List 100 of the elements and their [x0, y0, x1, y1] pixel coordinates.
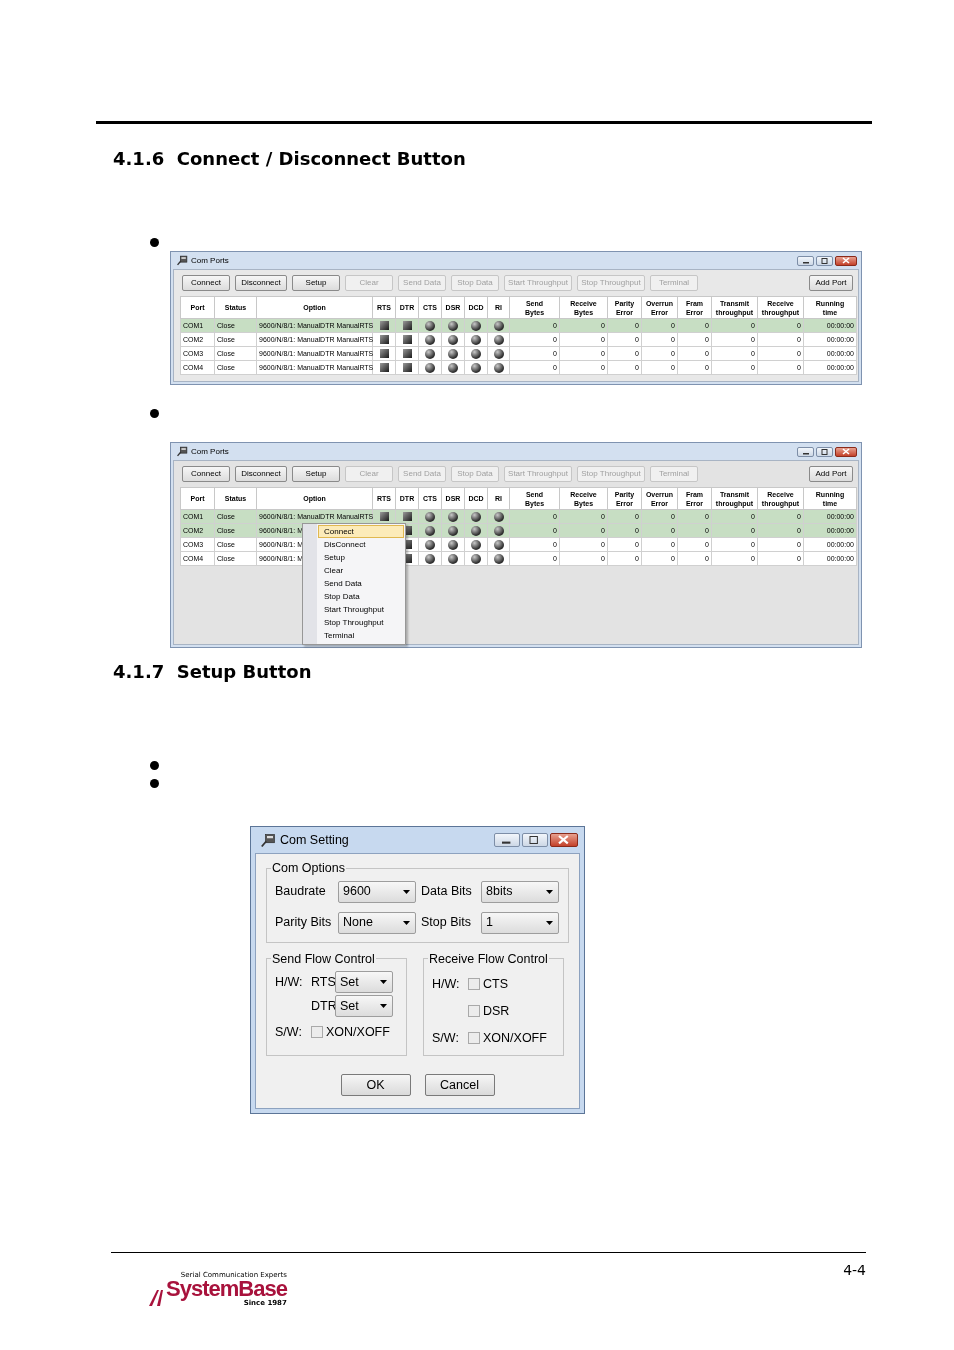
round-indicator-icon [493, 348, 504, 359]
field-label: S/W: [432, 1029, 460, 1047]
close-icon [842, 257, 850, 264]
toolbar-button[interactable]: Connect [182, 466, 230, 482]
menu-item[interactable]: Connect [318, 525, 404, 538]
toolbar-button[interactable]: Connect [182, 275, 230, 291]
maximize-icon [529, 835, 541, 845]
logo-wordmark: SystemBase [166, 1279, 287, 1300]
window-title: Com Ports [191, 445, 229, 458]
app-icon [177, 446, 188, 457]
dialog-button[interactable]: OK [340, 1074, 411, 1097]
round-indicator-icon [493, 525, 504, 536]
field-label: Data Bits [421, 883, 473, 901]
round-indicator-icon [493, 320, 504, 331]
field-label: RTS [311, 973, 335, 991]
toolbar-button[interactable]: Disconnect [235, 466, 287, 482]
app-icon [177, 255, 188, 266]
menu-item[interactable]: Terminal [318, 629, 404, 642]
round-indicator-icon [471, 348, 481, 359]
dropdown[interactable]: Set [335, 971, 393, 993]
checkbox[interactable] [468, 978, 480, 991]
checkbox[interactable] [468, 1031, 480, 1044]
add-port-button[interactable]: Add Port [809, 466, 853, 482]
toolbar-button[interactable]: Setup [292, 466, 340, 482]
round-indicator-icon [425, 334, 435, 345]
round-indicator-icon [425, 553, 435, 564]
checkbox-label: DSR [483, 1002, 510, 1020]
round-indicator-icon [493, 334, 504, 345]
round-indicator-icon [448, 539, 458, 550]
field-label: H/W: [275, 973, 304, 991]
round-indicator-icon [448, 320, 458, 331]
round-indicator-icon [471, 553, 481, 564]
section-heading: 4.1.6 Connect / Disconnect Button [113, 148, 466, 170]
dropdown[interactable]: 8bits [481, 880, 559, 903]
round-indicator-icon [425, 348, 435, 359]
close-icon [558, 835, 570, 845]
menu-item[interactable]: Stop Throughput [318, 616, 404, 629]
round-indicator-icon [493, 539, 504, 550]
minimize-button[interactable] [494, 833, 520, 847]
section-heading: 4.1.7 Setup Button [113, 661, 312, 683]
toolbar-button[interactable]: Disconnect [235, 275, 287, 291]
close-button[interactable] [550, 833, 578, 847]
caret-icon [546, 920, 553, 925]
group-label: Receive Flow Control [428, 952, 549, 965]
toolbar-button[interactable]: Setup [292, 275, 340, 291]
field-label: Stop Bits [421, 914, 473, 932]
group-label: Com Options [271, 862, 346, 875]
round-indicator-icon [448, 553, 458, 564]
page-number: 4-4 [843, 1261, 866, 1281]
round-indicator-icon [493, 553, 504, 564]
checkbox[interactable] [468, 1005, 480, 1018]
caret-icon [546, 889, 553, 894]
caret-icon [403, 920, 410, 925]
checkbox[interactable] [311, 1026, 323, 1039]
square-indicator-icon [379, 512, 389, 522]
round-indicator-icon [448, 362, 458, 373]
dropdown[interactable]: 1 [481, 911, 559, 934]
add-port-button[interactable]: Add Port [809, 275, 853, 291]
maximize-button[interactable] [816, 446, 833, 457]
maximize-button[interactable] [816, 255, 833, 266]
minimize-button[interactable] [797, 255, 814, 266]
bullet-dot [150, 408, 159, 418]
menu-item[interactable]: Send Data [318, 577, 404, 590]
menu-item[interactable]: Start Throughput [318, 603, 404, 616]
menu-item[interactable]: Stop Data [318, 590, 404, 603]
menu-item[interactable]: Setup [318, 551, 404, 564]
round-indicator-icon [448, 334, 458, 345]
round-indicator-icon [471, 320, 481, 331]
round-indicator-icon [448, 348, 458, 359]
close-button[interactable] [835, 255, 857, 266]
close-button[interactable] [835, 446, 857, 457]
dropdown[interactable]: Set [335, 995, 393, 1017]
round-indicator-icon [425, 362, 435, 373]
round-indicator-icon [448, 525, 458, 536]
app-icon [261, 832, 276, 848]
bullet-dot [150, 237, 159, 247]
dropdown[interactable]: 9600 [338, 880, 416, 903]
round-indicator-icon [471, 525, 481, 536]
menu-item[interactable]: Clear [318, 564, 404, 577]
dialog-button[interactable]: Cancel [424, 1074, 495, 1097]
dropdown[interactable]: None [338, 911, 416, 934]
field-label: H/W: [432, 976, 461, 993]
field-label: Parity Bits [275, 914, 333, 932]
round-indicator-icon [425, 539, 435, 550]
round-indicator-icon [425, 525, 435, 536]
caret-icon [403, 889, 410, 894]
logo-mark-icon [148, 1287, 166, 1308]
menu-item[interactable]: DisConnect [318, 538, 404, 551]
bullet-dot [150, 760, 159, 770]
maximize-button[interactable] [522, 833, 548, 847]
maximize-icon [820, 448, 829, 455]
round-indicator-icon [471, 539, 481, 550]
minimize-button[interactable] [797, 446, 814, 457]
checkbox-label: CTS [483, 976, 508, 993]
field-label: Baudrate [275, 883, 327, 901]
round-indicator-icon [425, 320, 435, 331]
round-indicator-icon [425, 511, 435, 522]
round-indicator-icon [493, 362, 504, 373]
checkbox-label: XON/XOFF [326, 1024, 390, 1041]
round-indicator-icon [493, 511, 504, 522]
